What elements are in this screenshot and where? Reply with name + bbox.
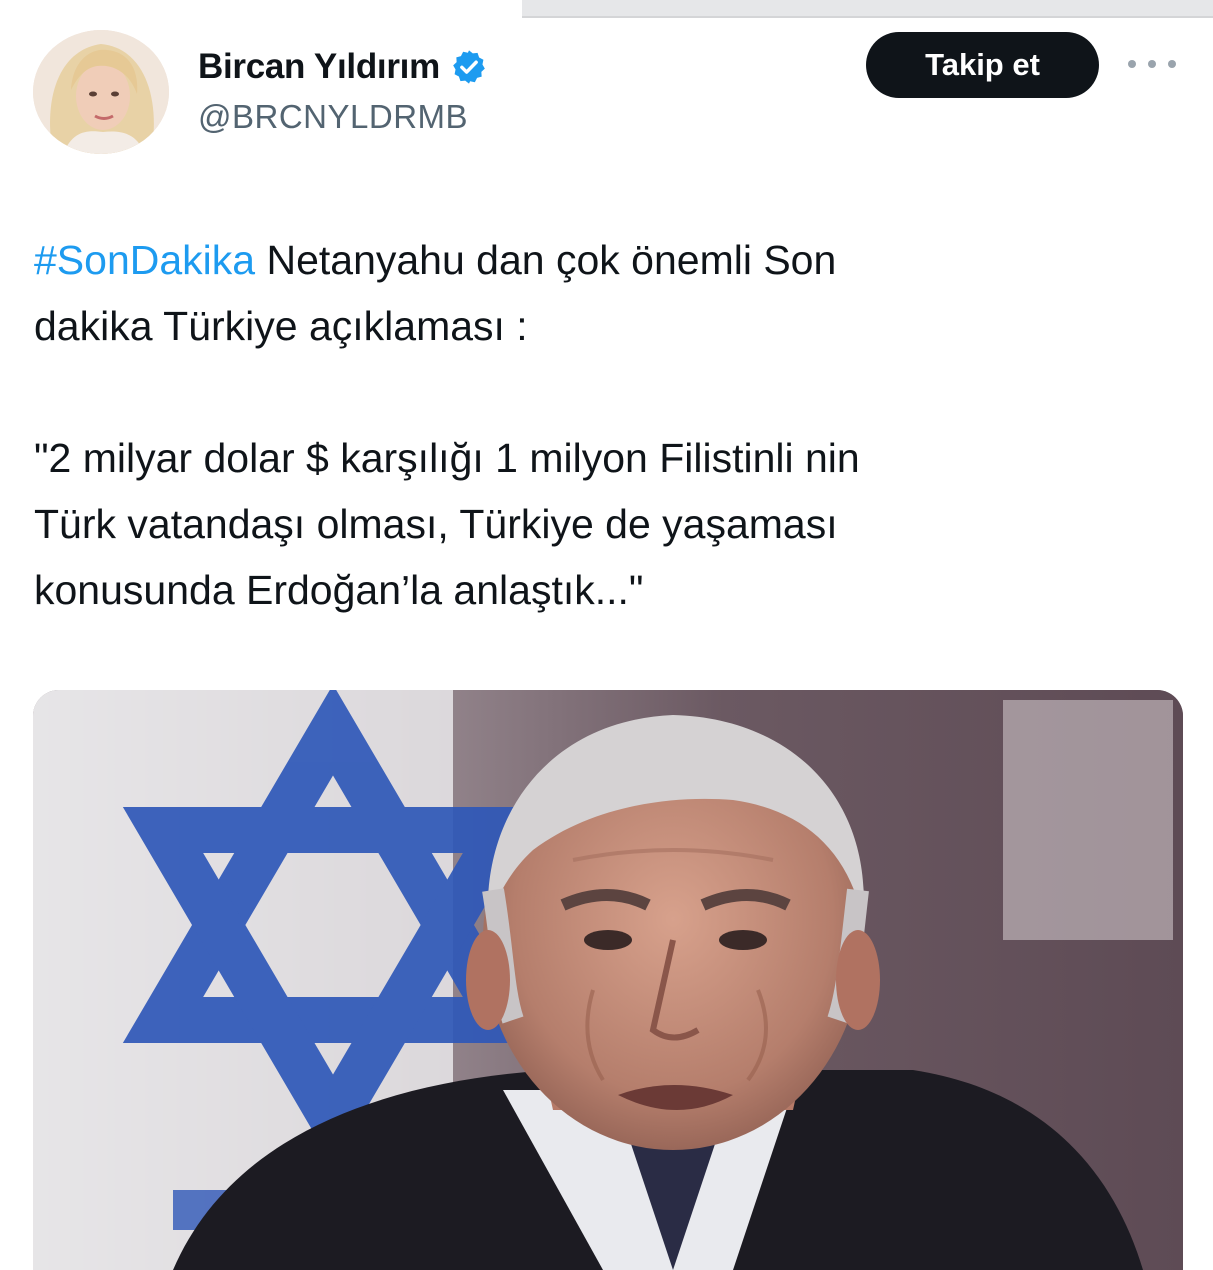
tweet-text-segment: Netanyahu dan çok önemli Son [255,237,837,283]
avatar-image [33,30,169,154]
author-handle[interactable]: @BRCNYLDRMB [198,98,468,136]
tweet-header: Bircan Yıldırım @BRCNYLDRMB Takip et [0,0,1213,170]
tweet-quote-line: konusunda Erdoğan’la anlaştık..." [34,567,644,613]
tweet-media-image[interactable] [33,690,1183,1270]
tweet-text-line: #SonDakika Netanyahu dan çok önemli Son [34,228,1184,294]
tweet-text: #SonDakika Netanyahu dan çok önemli Son … [34,228,1184,624]
author-name-row: Bircan Yıldırım [198,45,488,89]
media-photo [33,690,1183,1270]
hashtag-link[interactable]: #SonDakika [34,237,255,283]
tweet-text-line: dakika Türkiye açıklaması : [34,303,528,349]
tweet-quote-line: Türk vatandaşı olması, Türkiye de yaşama… [34,501,838,547]
more-dot [1128,60,1136,68]
follow-button[interactable]: Takip et [866,32,1099,98]
more-dot [1148,60,1156,68]
more-options-icon[interactable] [1128,52,1176,76]
verified-badge-icon [450,48,488,86]
avatar[interactable] [33,30,169,154]
more-dot [1168,60,1176,68]
author-display-name[interactable]: Bircan Yıldırım [198,47,440,87]
tweet-quote-line: "2 milyar dolar $ karşılığı 1 milyon Fil… [34,435,860,481]
